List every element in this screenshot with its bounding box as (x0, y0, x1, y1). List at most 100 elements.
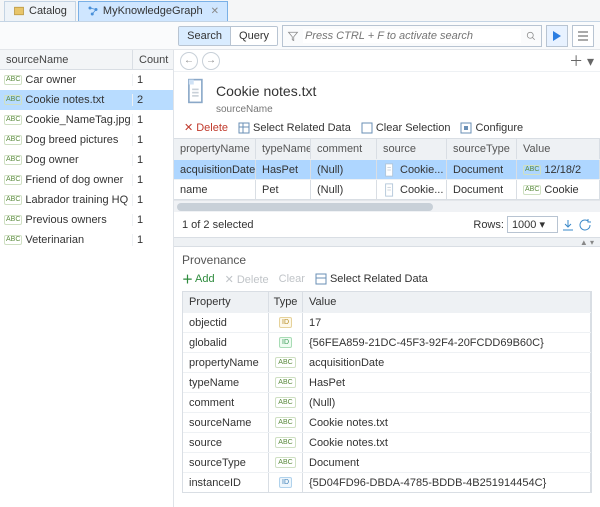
tab-knowledge-graph[interactable]: MyKnowledgeGraph ✕ (78, 1, 228, 21)
rows-input[interactable]: 1000 ▾ (507, 216, 558, 233)
col-source[interactable]: source (377, 139, 447, 159)
text-type-icon: ABC (4, 235, 22, 245)
property-cell: name (174, 180, 256, 199)
text-type-icon: ABC (275, 417, 295, 428)
search-icon[interactable] (525, 30, 537, 42)
table-row[interactable]: objectidID17 (183, 312, 591, 332)
col-type[interactable]: Type (269, 292, 303, 312)
rows-label: Rows: (473, 219, 504, 231)
property-cell: propertyName (183, 353, 269, 372)
clear-selection-button[interactable]: Clear Selection (361, 122, 451, 134)
count-cell: 1 (133, 134, 173, 146)
list-item[interactable]: ABCPrevious owners1 (0, 210, 173, 230)
col-source-type[interactable]: sourceType (447, 139, 517, 159)
table-icon (315, 273, 327, 285)
select-related-button[interactable]: Select Related Data (238, 122, 351, 134)
prov-select-related-button[interactable]: Select Related Data (315, 273, 428, 285)
type-cell: ABC (269, 413, 303, 432)
table-row[interactable]: acquisitionDateHasPet(Null)Cookie...Docu… (174, 159, 600, 179)
list-item[interactable]: ABCCar owner1 (0, 70, 173, 90)
delete-button[interactable]: ✕Delete (184, 121, 228, 134)
list-item[interactable]: ABCFriend of dog owner1 (0, 170, 173, 190)
property-cell: acquisitionDate (174, 160, 256, 179)
table-row[interactable]: sourceABCCookie notes.txt (183, 432, 591, 452)
search-input[interactable] (303, 29, 521, 43)
col-count[interactable]: Count (133, 50, 173, 69)
col-value[interactable]: Value (303, 292, 591, 312)
list-item[interactable]: ABCLabrador training HQ 1 (0, 190, 173, 210)
tab-label: MyKnowledgeGraph (103, 5, 203, 17)
close-icon[interactable]: ✕ (211, 6, 219, 17)
detail-toolbar: ✕Delete Select Related Data Clear Select… (174, 117, 600, 138)
back-button[interactable]: ← (180, 52, 198, 70)
table-row[interactable]: namePet(Null)Cookie...DocumentABCCookie (174, 179, 600, 199)
source-type-cell: Document (447, 180, 517, 199)
text-type-icon: ABC (4, 215, 22, 225)
list-item[interactable]: ABCCookie_NameTag.jpg1 (0, 110, 173, 130)
table-row[interactable]: sourceTypeABCDocument (183, 452, 591, 472)
forward-button[interactable]: → (202, 52, 220, 70)
source-name-cell: Dog owner (25, 154, 78, 166)
table-row[interactable]: instanceIDID{5D04FD96-DBDA-4785-BDDB-4B2… (183, 472, 591, 492)
document-icon (383, 163, 397, 177)
list-item[interactable]: ABCCookie notes.txt2 (0, 90, 173, 110)
table-row[interactable]: typeName ABC HasPet (183, 372, 591, 392)
source-name-cell: Veterinarian (25, 234, 84, 246)
text-type-icon: ABC (275, 397, 295, 408)
source-name-cell: Labrador training HQ (25, 194, 128, 206)
add-button[interactable]: ＋ ▾ (569, 51, 594, 71)
type-cell: ID (269, 313, 303, 332)
detail-grid: propertyName typeName comment source sou… (174, 138, 600, 200)
col-property-name[interactable]: propertyName (174, 139, 256, 159)
query-tab[interactable]: Query (231, 27, 277, 45)
list-item[interactable]: ABCVeterinarian1 (0, 230, 173, 250)
col-comment[interactable]: comment (311, 139, 377, 159)
nav-row: ← → ＋ ▾ (174, 50, 600, 72)
property-cell: source (183, 433, 269, 452)
filter-icon (287, 30, 299, 42)
list-item[interactable]: ABCDog owner1 (0, 150, 173, 170)
property-cell: sourceType (183, 453, 269, 472)
type-cell: ID (269, 473, 303, 492)
comment-cell: (Null) (311, 180, 377, 199)
selection-status: 1 of 2 selected (182, 219, 254, 231)
search-box[interactable] (282, 25, 542, 47)
value-cell: Document (303, 453, 591, 472)
table-row[interactable]: sourceNameABCCookie notes.txt (183, 412, 591, 432)
configure-button[interactable]: Configure (460, 122, 523, 134)
type-cell: ABC (269, 453, 303, 472)
property-cell: typeName (183, 373, 269, 392)
value-cell: HasPet (303, 373, 591, 392)
clear-icon (361, 122, 373, 134)
source-cell: Cookie... (377, 180, 447, 199)
text-type-icon: ABC (275, 377, 295, 388)
value-cell: Cookie notes.txt (303, 433, 591, 452)
source-name-cell: Cookie_NameTag.jpg (25, 114, 130, 126)
refresh-icon[interactable] (578, 218, 592, 232)
search-tab[interactable]: Search (179, 27, 231, 45)
text-type-icon: ABC (523, 165, 541, 175)
col-value[interactable]: Value (517, 139, 600, 159)
list-item[interactable]: ABCDog breed pictures1 (0, 130, 173, 150)
table-row[interactable]: globalidID{56FEA859-21DC-45F3-92F4-20FCD… (183, 332, 591, 352)
h-scrollbar[interactable] (174, 200, 600, 212)
col-type-name[interactable]: typeName (256, 139, 311, 159)
menu-button[interactable] (572, 25, 594, 47)
tab-label: Catalog (29, 5, 67, 17)
table-row[interactable]: propertyNameABCacquisitionDate (183, 352, 591, 372)
panel-collapse[interactable]: ▲ ▾ (174, 237, 600, 247)
download-icon[interactable] (561, 218, 575, 232)
table-row[interactable]: commentABC(Null) (183, 392, 591, 412)
col-source-name[interactable]: sourceName (0, 50, 133, 69)
col-property[interactable]: Property (183, 292, 269, 312)
text-type-icon: ABC (4, 175, 22, 185)
run-button[interactable] (546, 25, 568, 47)
tab-catalog[interactable]: Catalog (4, 1, 76, 21)
oid-type-icon: ID (279, 477, 292, 488)
property-cell: globalid (183, 333, 269, 352)
text-type-icon: ABC (4, 195, 22, 205)
text-type-icon: ABC (523, 185, 541, 195)
count-cell: 1 (133, 194, 173, 206)
text-type-icon: ABC (4, 115, 22, 125)
prov-add-button[interactable]: ＋Add (182, 271, 215, 287)
